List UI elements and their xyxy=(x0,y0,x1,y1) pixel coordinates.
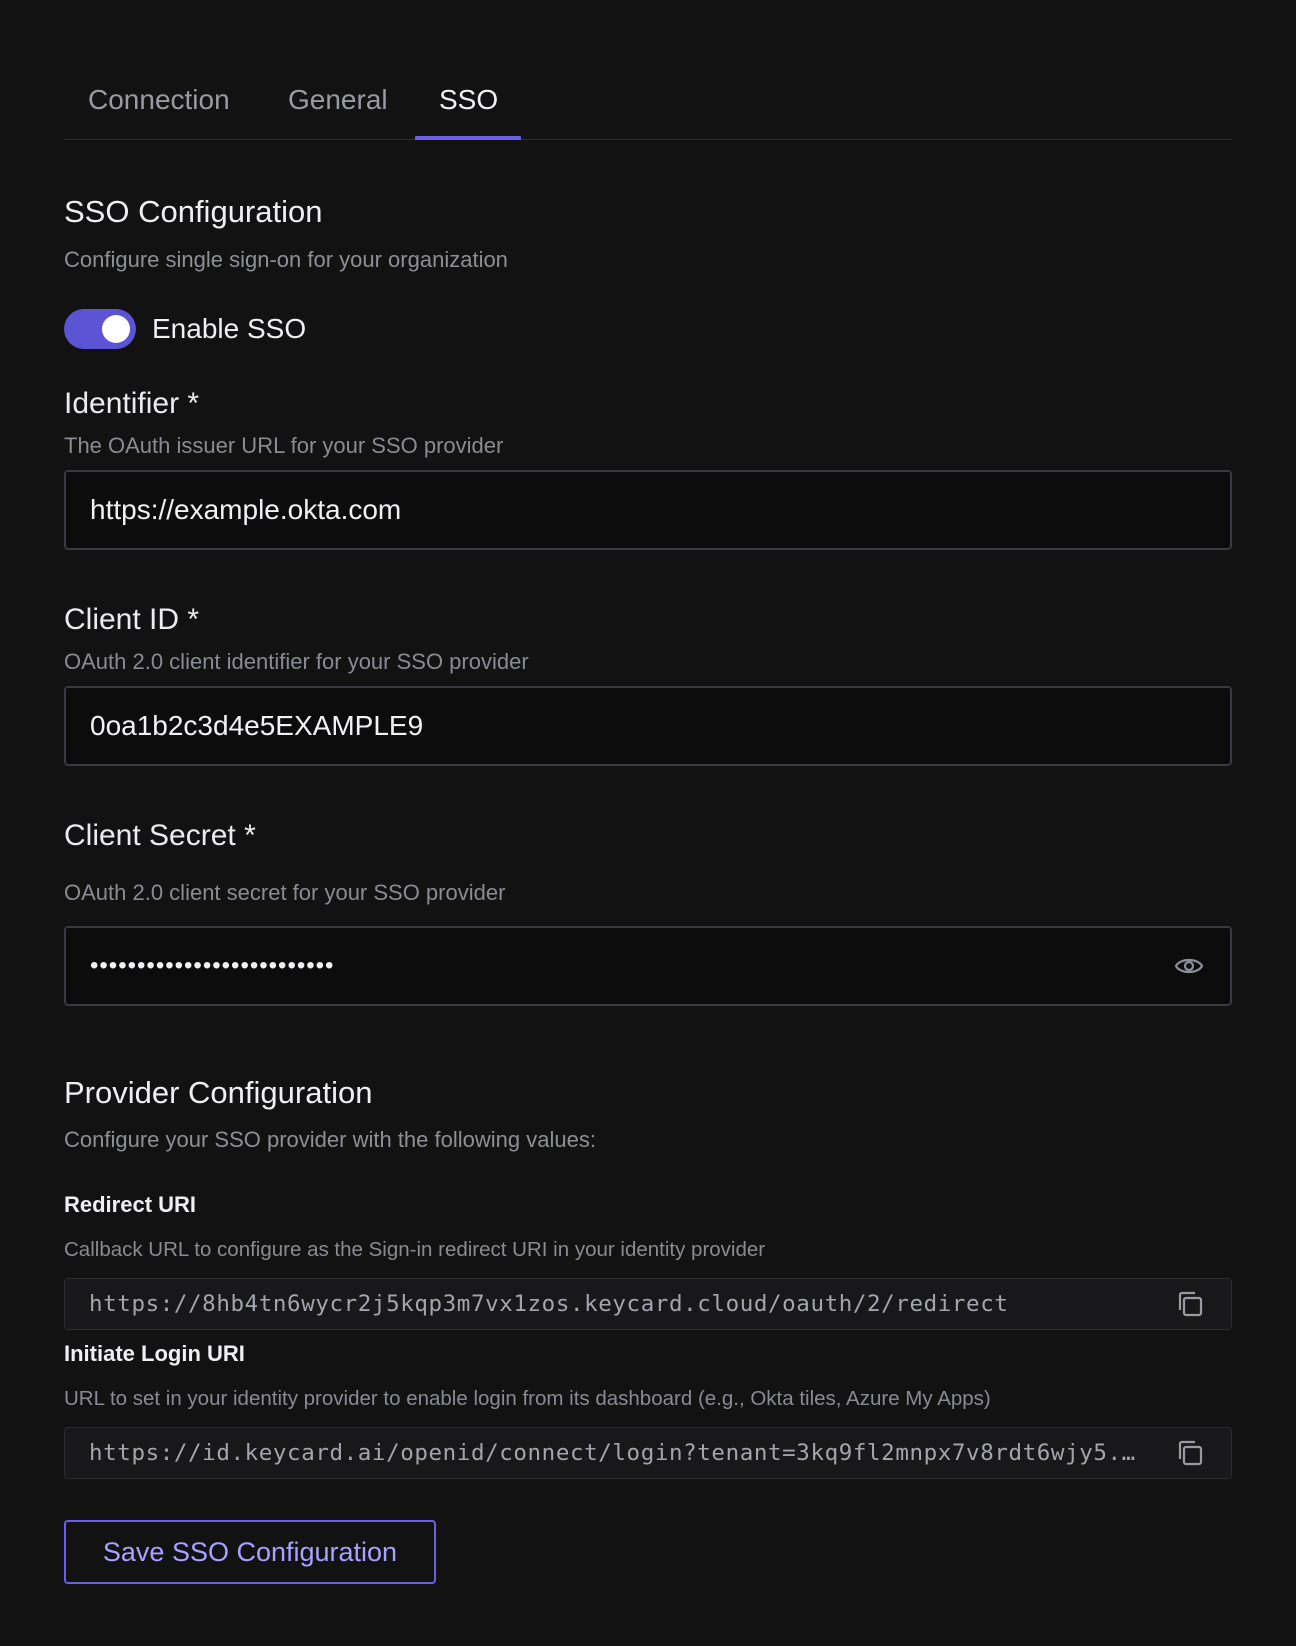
initiate-login-uri-value: https://id.keycard.ai/openid/connect/log… xyxy=(89,1440,1150,1466)
client-id-label: Client ID * xyxy=(64,603,200,636)
identifier-input[interactable]: https://example.okta.com xyxy=(64,470,1232,550)
sso-section-subtitle: Configure single sign-on for your organi… xyxy=(64,247,508,272)
initiate-login-uri-field: https://id.keycard.ai/openid/connect/log… xyxy=(64,1427,1232,1479)
identifier-label: Identifier * xyxy=(64,387,200,420)
enable-sso-label: Enable SSO xyxy=(152,313,307,344)
sso-settings-page: Connection General SSO SSO Configuration… xyxy=(0,0,1296,1646)
eye-icon[interactable] xyxy=(1172,949,1206,983)
enable-sso-toggle[interactable] xyxy=(64,309,136,349)
initiate-login-uri-label: Initiate Login URI xyxy=(64,1341,245,1366)
redirect-uri-label: Redirect URI xyxy=(64,1192,197,1217)
toggle-knob xyxy=(102,315,130,343)
client-secret-description: OAuth 2.0 client secret for your SSO pro… xyxy=(64,880,506,905)
copy-redirect-uri-icon[interactable] xyxy=(1173,1287,1207,1321)
active-tab-indicator xyxy=(415,136,521,140)
identifier-value: https://example.okta.com xyxy=(90,494,402,525)
redirect-uri-description: Callback URL to configure as the Sign-in… xyxy=(64,1238,766,1261)
copy-initiate-login-uri-icon[interactable] xyxy=(1173,1436,1207,1470)
identifier-description: The OAuth issuer URL for your SSO provid… xyxy=(64,433,504,458)
client-id-value: 0oa1b2c3d4e5EXAMPLE9 xyxy=(90,710,424,741)
save-sso-configuration-button[interactable]: Save SSO Configuration xyxy=(64,1520,436,1584)
tab-bar: Connection General SSO xyxy=(64,70,1232,140)
redirect-uri-field: https://8hb4tn6wycr2j5kqp3m7vx1zos.keyca… xyxy=(64,1278,1232,1330)
tab-connection[interactable]: Connection xyxy=(64,84,254,139)
provider-section-title: Provider Configuration xyxy=(64,1075,373,1110)
sso-section-title: SSO Configuration xyxy=(64,194,323,229)
tab-general[interactable]: General xyxy=(264,84,412,139)
client-id-input[interactable]: 0oa1b2c3d4e5EXAMPLE9 xyxy=(64,686,1232,766)
client-secret-value: •••••••••••••••••••••••••• xyxy=(90,952,335,979)
tab-sso[interactable]: SSO xyxy=(415,84,522,139)
client-id-description: OAuth 2.0 client identifier for your SSO… xyxy=(64,649,529,674)
provider-section-subtitle: Configure your SSO provider with the fol… xyxy=(64,1127,596,1152)
client-secret-label: Client Secret * xyxy=(64,819,256,852)
initiate-login-uri-description: URL to set in your identity provider to … xyxy=(64,1387,991,1410)
redirect-uri-value: https://8hb4tn6wycr2j5kqp3m7vx1zos.keyca… xyxy=(89,1291,1009,1317)
client-secret-input[interactable]: •••••••••••••••••••••••••• xyxy=(64,926,1232,1006)
